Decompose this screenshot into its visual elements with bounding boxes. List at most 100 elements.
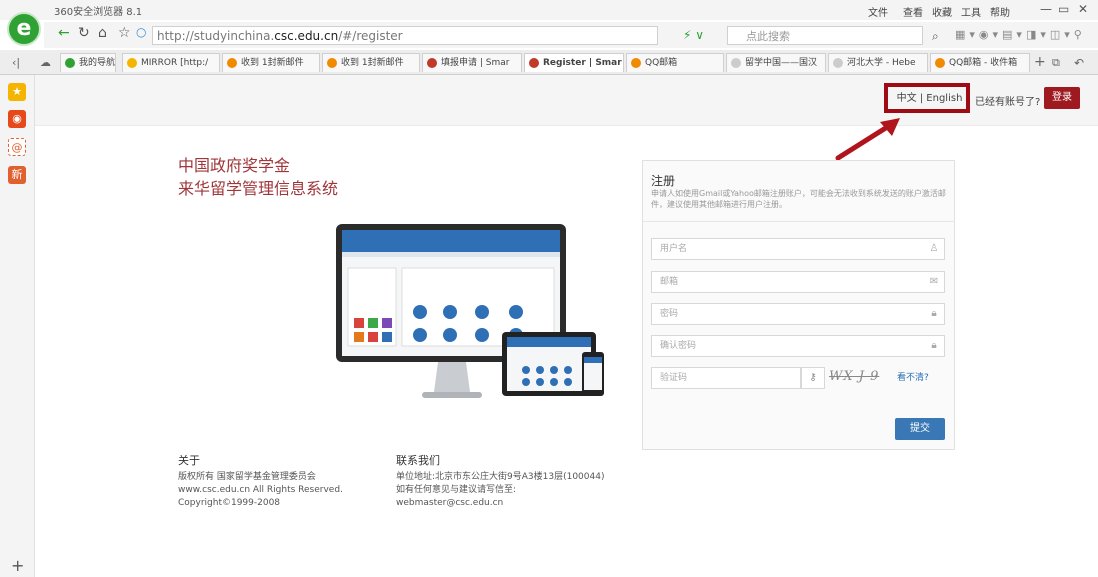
- envelope-icon: ✉: [929, 276, 939, 287]
- smart-icon: [529, 58, 539, 68]
- page-icon: [833, 58, 843, 68]
- tab-label: 收到 1封新邮件: [241, 58, 304, 68]
- divider: [642, 221, 955, 222]
- speed-icon[interactable]: ⚡ ∨: [683, 28, 704, 42]
- tab-studyinchina[interactable]: 留学中国——国汉: [726, 53, 826, 72]
- footer-about-line: Copyright©1999-2008: [178, 498, 281, 508]
- tab-label: 填报申请 | Smar: [441, 58, 510, 68]
- register-note: 申请人如使用Gmail或Yahoo邮箱注册账户，可能会无法收到系统发送的账户激活…: [651, 189, 946, 209]
- maximize-icon[interactable]: ▭: [1058, 2, 1069, 16]
- star-icon: [127, 58, 137, 68]
- add-sidebar-icon[interactable]: +: [11, 556, 24, 575]
- tab-label: Register | Smar: [543, 58, 622, 68]
- page-icon: [731, 58, 741, 68]
- captcha-placeholder: 验证码: [660, 373, 688, 383]
- tab-scroll-left-icon[interactable]: ‹|: [12, 56, 20, 69]
- refresh-icon[interactable]: ↻: [78, 25, 90, 41]
- mail-icon: [327, 58, 337, 68]
- back-icon[interactable]: ←: [58, 25, 70, 41]
- key-icon: ⚷: [801, 367, 825, 389]
- tab-list-icon[interactable]: ⧉: [1052, 56, 1060, 70]
- tab-register[interactable]: Register | Smar: [524, 53, 624, 72]
- address-bar[interactable]: http://studyinchina.csc.edu.cn/#/registe…: [152, 26, 658, 45]
- weibo-icon[interactable]: ◉: [8, 110, 26, 128]
- tab-qqmail[interactable]: QQ邮箱: [626, 53, 724, 72]
- undo-close-icon[interactable]: ↶: [1074, 56, 1084, 70]
- favorites-sidebar-icon[interactable]: ★: [8, 83, 26, 101]
- footer-contact-line: 如有任何意见与建议请写信至:: [396, 485, 517, 495]
- login-button[interactable]: 登录: [1044, 87, 1080, 109]
- password-placeholder: 密码: [660, 309, 679, 319]
- tab-navigation[interactable]: 我的导航: [60, 53, 116, 72]
- toolbar-extensions[interactable]: ▦▾◉▾▤▾◨▾◫▾⚲: [955, 28, 1086, 41]
- tab-qqmail-inbox[interactable]: QQ邮箱 - 收件箱: [930, 53, 1030, 72]
- devices-illustration: [336, 224, 604, 398]
- footer-contact-email[interactable]: webmaster@csc.edu.cn: [396, 497, 503, 509]
- password-field[interactable]: 密码 🔒︎: [651, 303, 945, 325]
- brand-title-line1: 中国政府奖学金: [178, 156, 291, 175]
- username-placeholder: 用户名: [660, 244, 688, 254]
- confirm-placeholder: 确认密码: [660, 341, 697, 351]
- already-have-account-text: 已经有账号了?: [975, 97, 1041, 108]
- footer-about-line: www.csc.edu.cn All Rights Reserved.: [178, 485, 343, 495]
- annotation-highlight-box: [884, 83, 970, 113]
- mail-icon: [935, 58, 945, 68]
- footer-about-line: 版权所有 国家留学基金管理委员会: [178, 472, 316, 482]
- minimize-icon[interactable]: —: [1040, 2, 1052, 16]
- browser-logo-icon[interactable]: e: [9, 14, 39, 44]
- footer-contact-line: 单位地址:北京市东公庄大街9号A3楼13层(100044): [396, 472, 605, 482]
- nav-icon: [65, 58, 75, 68]
- favorite-star-icon[interactable]: ☆: [118, 25, 131, 41]
- menu-item-file[interactable]: 文件: [868, 4, 888, 19]
- mail-icon: [227, 58, 237, 68]
- tab-label: 留学中国——国汉: [745, 58, 818, 68]
- menu-item-view[interactable]: 查看: [903, 4, 923, 19]
- tab-label: 收到 1封新邮件: [341, 58, 404, 68]
- captcha-input[interactable]: 验证码: [651, 367, 801, 389]
- confirm-password-field[interactable]: 确认密码 🔒︎: [651, 335, 945, 357]
- home-icon[interactable]: ⌂: [98, 25, 107, 41]
- cloud-icon[interactable]: ☁: [40, 56, 51, 69]
- menu-item-favorites[interactable]: 收藏: [932, 4, 952, 19]
- tab-label: QQ邮箱 - 收件箱: [949, 58, 1018, 68]
- tab-label: 我的导航: [79, 58, 116, 68]
- brand-title-line2: 来华留学管理信息系统: [178, 179, 339, 198]
- email-placeholder: 邮箱: [660, 277, 679, 287]
- new-tab-icon[interactable]: +: [1034, 54, 1046, 70]
- close-icon[interactable]: ✕: [1078, 2, 1088, 16]
- email-field[interactable]: 邮箱 ✉: [651, 271, 945, 293]
- register-title: 注册: [651, 174, 676, 188]
- tab-hebei[interactable]: 河北大学 - Hebe: [828, 53, 928, 72]
- tab-apply[interactable]: 填报申请 | Smar: [422, 53, 522, 72]
- tab-label: MIRROR [http:/: [141, 58, 209, 68]
- lock-icon: 🔒︎: [931, 308, 937, 319]
- search-input[interactable]: 点此搜索: [727, 26, 923, 45]
- submit-button[interactable]: 提交: [895, 418, 945, 440]
- search-placeholder: 点此搜索: [746, 30, 790, 43]
- news-icon[interactable]: 新: [8, 166, 26, 184]
- menu-item-help[interactable]: 帮助: [990, 4, 1010, 19]
- tab-label: 河北大学 - Hebe: [847, 58, 916, 68]
- browser-title: 360安全浏览器 8.1: [54, 7, 143, 18]
- mail-icon: [631, 58, 641, 68]
- tab-label: QQ邮箱: [645, 58, 678, 68]
- captcha-refresh-link[interactable]: 看不清?: [897, 370, 929, 383]
- tab-mail-2[interactable]: 收到 1封新邮件: [322, 53, 420, 72]
- tab-mail-1[interactable]: 收到 1封新邮件: [222, 53, 320, 72]
- page-secure-icon: ○: [136, 25, 147, 39]
- lock-icon: 🔒︎: [931, 340, 937, 351]
- footer-about-title: 关于: [178, 454, 200, 467]
- user-icon: ♙: [929, 243, 939, 254]
- footer-contact-title: 联系我们: [396, 454, 440, 467]
- annotation-arrow-icon: [835, 118, 900, 161]
- username-field[interactable]: 用户名 ♙: [651, 238, 945, 260]
- menu-item-tools[interactable]: 工具: [961, 4, 981, 19]
- url-suffix: /#/register: [338, 29, 403, 43]
- tab-mirror[interactable]: MIRROR [http:/: [122, 53, 220, 72]
- captcha-image: WX J 9: [829, 369, 880, 384]
- email-sidebar-icon[interactable]: @: [8, 138, 26, 156]
- search-icon[interactable]: ⌕: [932, 29, 939, 44]
- url-domain: csc.edu.cn: [274, 29, 339, 43]
- url-prefix: http://studyinchina.: [157, 29, 275, 43]
- smart-icon: [427, 58, 437, 68]
